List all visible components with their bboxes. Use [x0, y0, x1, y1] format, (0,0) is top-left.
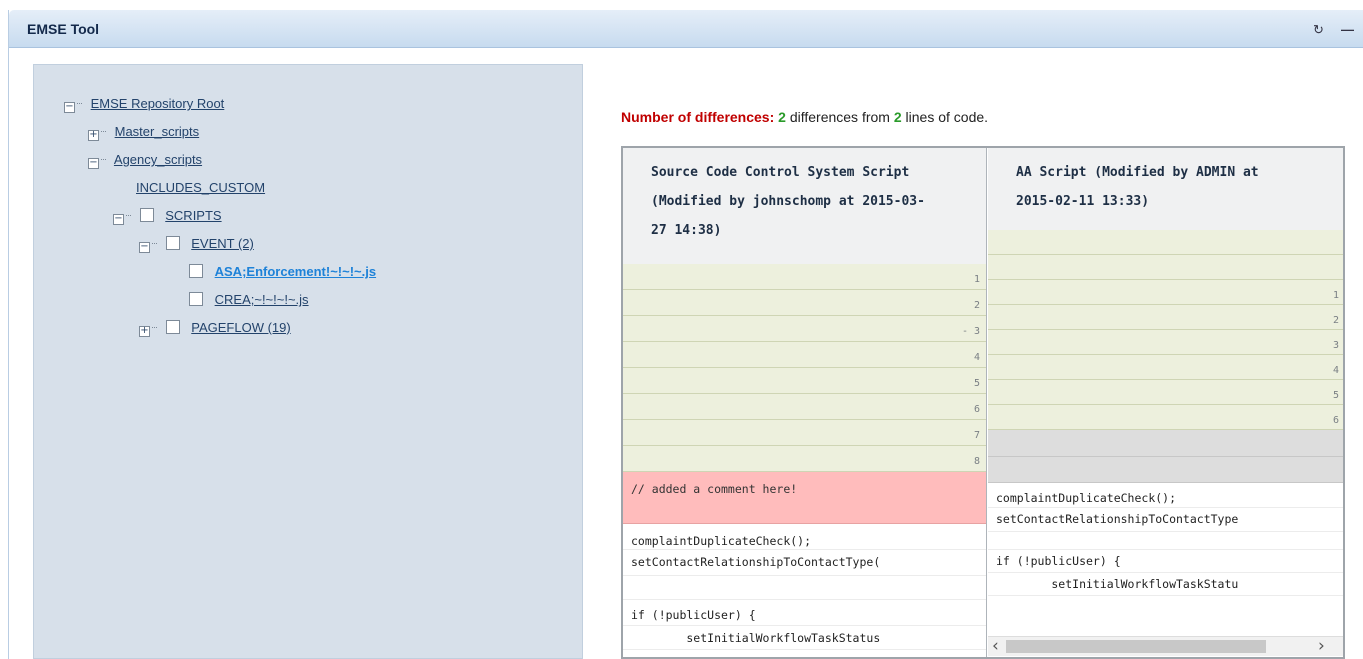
source-control-column: Source Code Control System Script (Modif… [623, 148, 987, 657]
code-line: setInitialWorkflowTaskStatus [623, 626, 986, 650]
line-number-row: 5 [988, 380, 1343, 405]
tree-node-file-asa[interactable]: ASA;Enforcement!~!~!~.js [189, 263, 376, 285]
line-number-row: 2 [623, 290, 986, 316]
line-number-row: - 3 [623, 316, 986, 342]
tree-node-scripts[interactable]: − SCRIPTS [113, 207, 222, 229]
line-number-row: 6 [623, 394, 986, 420]
event-checkbox[interactable] [165, 236, 180, 250]
window-title: EMSE Tool [27, 21, 100, 37]
code-line: setInitialWorkflowTaskStatu [988, 573, 1343, 596]
tree-label-pageflow[interactable]: PAGEFLOW (19) [191, 320, 290, 335]
aa-column-header: AA Script (Modified by ADMIN at 2015-02-… [988, 148, 1343, 230]
repository-tree-panel: − EMSE Repository Root + Master_scripts … [33, 64, 583, 659]
added-comment-line: // added a comment here! [623, 472, 986, 524]
code-line: setContactRelationshipToContactType( [623, 550, 986, 576]
asa-file-checkbox[interactable] [189, 264, 203, 278]
code-line: complaintDuplicateCheck(); [988, 483, 1343, 508]
code-line [988, 532, 1343, 550]
tree-node-master-scripts[interactable]: + Master_scripts [88, 123, 199, 145]
tree-label-scripts[interactable]: SCRIPTS [165, 208, 221, 223]
gap-line [988, 457, 1343, 483]
collapse-icon[interactable]: − [88, 158, 99, 169]
diff-panel: Number of differences: 2 differences fro… [583, 64, 1363, 659]
source-column-header: Source Code Control System Script (Modif… [623, 148, 986, 264]
line-number-row: 1 [988, 280, 1343, 305]
minimize-icon[interactable]: — [1341, 22, 1354, 37]
crea-file-checkbox[interactable] [189, 292, 203, 306]
tree-label-includes-custom[interactable]: INCLUDES_CUSTOM [136, 180, 265, 195]
diff-table: Source Code Control System Script (Modif… [621, 146, 1345, 659]
code-line: complaintDuplicateCheck(); [623, 524, 986, 550]
tree-label-master-scripts[interactable]: Master_scripts [115, 124, 200, 139]
refresh-icon[interactable]: ↻ [1313, 22, 1324, 38]
line-number-row: 8 [623, 446, 986, 472]
summary-label: Number of differences: [621, 109, 775, 125]
line-count: 2 [893, 109, 902, 125]
line-number-row: 2 [988, 305, 1343, 330]
pageflow-checkbox[interactable] [165, 320, 180, 334]
code-line: setContactRelationshipToContactType [988, 508, 1343, 532]
tree-node-file-crea[interactable]: CREA;~!~!~!~.js [189, 291, 309, 313]
line-number-row: 5 [623, 368, 986, 394]
scroll-right-icon[interactable]: › [1318, 636, 1325, 656]
code-line: if (!publicUser) { [988, 550, 1343, 573]
tree-node-root[interactable]: − EMSE Repository Root [64, 95, 224, 117]
tree-label-event[interactable]: EVENT (2) [191, 236, 254, 251]
line-number-row: 4 [623, 342, 986, 368]
code-line: if (!publicUser) { [623, 600, 986, 626]
line-number-row: 1 [623, 264, 986, 290]
aa-script-column: AA Script (Modified by ADMIN at 2015-02-… [988, 148, 1343, 657]
difference-count: 2 [778, 109, 786, 125]
tree-node-pageflow[interactable]: + PAGEFLOW (19) [139, 319, 291, 341]
tree-label-file-crea[interactable]: CREA;~!~!~!~.js [215, 292, 309, 307]
tree-node-agency-scripts[interactable]: − Agency_scripts [88, 151, 202, 173]
scripts-checkbox[interactable] [139, 208, 154, 222]
code-line [623, 576, 986, 600]
line-number-row: 6 [988, 405, 1343, 430]
collapse-icon[interactable]: − [64, 102, 75, 113]
empty-line-row [988, 255, 1343, 280]
line-number-row: 4 [988, 355, 1343, 380]
scroll-left-icon[interactable]: ‹ [992, 636, 999, 656]
empty-line-row [988, 230, 1343, 255]
line-number-row: 7 [623, 420, 986, 446]
difference-summary: Number of differences: 2 differences fro… [621, 109, 989, 125]
scrollbar-thumb[interactable] [1006, 640, 1266, 653]
tree-label-file-asa[interactable]: ASA;Enforcement!~!~!~.js [215, 264, 376, 279]
horizontal-scrollbar[interactable]: ‹ › [988, 636, 1343, 656]
window-titlebar: EMSE Tool ↻ — [9, 10, 1363, 48]
line-number-row: 3 [988, 330, 1343, 355]
gap-line [988, 430, 1343, 457]
collapse-icon[interactable]: − [113, 214, 124, 225]
tree-node-event[interactable]: − EVENT (2) [139, 235, 254, 257]
emse-tool-window: EMSE Tool ↻ — − EMSE Repository Root + M… [8, 10, 1363, 659]
tree-label-root[interactable]: EMSE Repository Root [91, 96, 225, 111]
collapse-icon[interactable]: − [139, 242, 150, 253]
tree-node-includes-custom[interactable]: INCLUDES_CUSTOM [136, 179, 265, 201]
tree-label-agency-scripts[interactable]: Agency_scripts [114, 152, 202, 167]
expand-icon[interactable]: + [88, 130, 99, 141]
expand-icon[interactable]: + [139, 326, 150, 337]
